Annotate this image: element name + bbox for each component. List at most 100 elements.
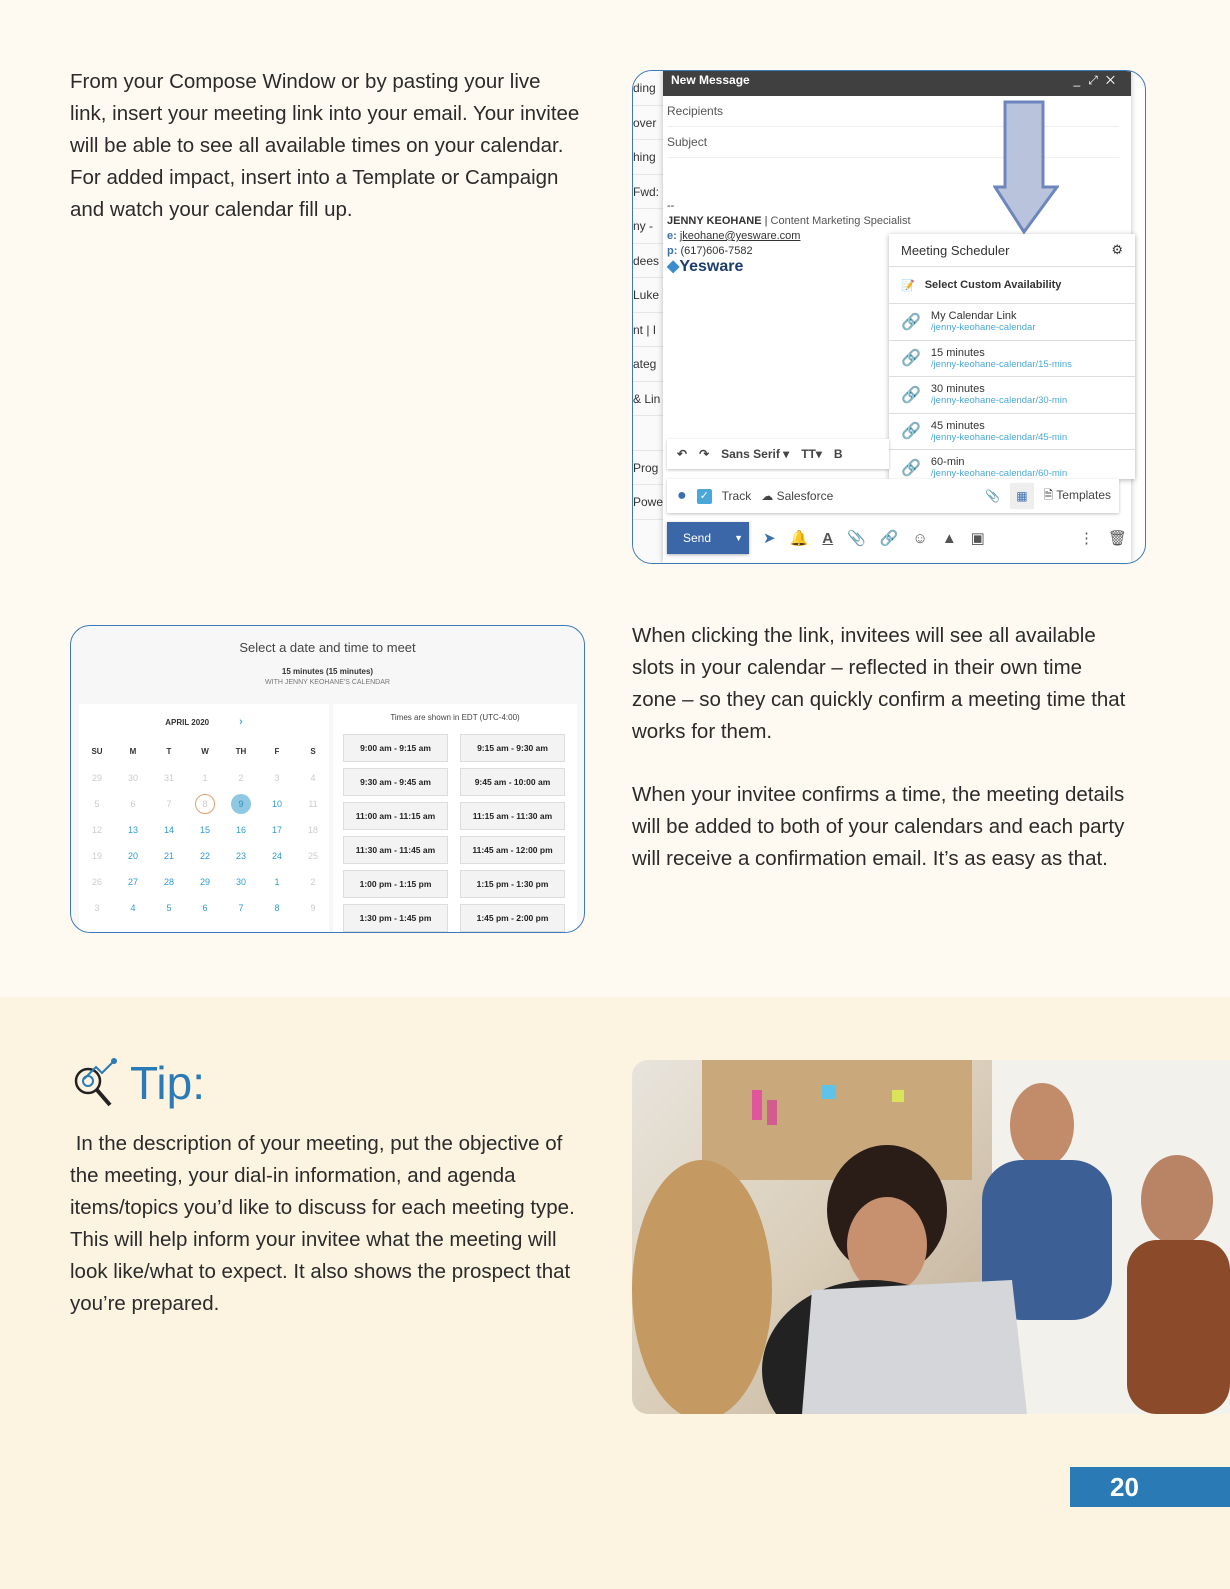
calendar-icon[interactable]: ▦ — [1010, 483, 1034, 509]
calendar-link-item[interactable]: 🔗 30 minutes/jenny-keohane-calendar/30-mi… — [889, 377, 1135, 414]
redo-icon[interactable]: ↷ — [699, 447, 709, 461]
compose-header: New Message _⤢✕ — [663, 71, 1131, 96]
image-icon[interactable]: ▣ — [971, 529, 985, 547]
time-slot-button[interactable]: 9:30 am - 9:45 am — [343, 768, 448, 796]
calendar-day[interactable]: 6 — [187, 898, 223, 924]
signature-email-link[interactable]: jkeohane@yesware.com — [680, 230, 801, 242]
gear-icon[interactable]: ⚙ — [1111, 242, 1123, 258]
time-slot-button[interactable]: 1:15 pm - 1:30 pm — [460, 870, 565, 898]
time-slot-button[interactable]: 9:00 am - 9:15 am — [343, 734, 448, 762]
link-icon: 🔗 — [901, 386, 921, 404]
calendar-link-item[interactable]: 🔗 My Calendar Link/jenny-keohane-calendar — [889, 304, 1135, 341]
text-color-icon[interactable]: A — [822, 530, 833, 547]
calendar-day[interactable]: 16 — [223, 820, 259, 846]
weekday-label: TH — [235, 747, 247, 756]
calendar-owner: WITH JENNY KEOHANE'S CALENDAR — [265, 679, 390, 686]
calendar-day[interactable]: 1 — [259, 872, 295, 898]
calendar-day[interactable]: 10 — [259, 794, 295, 820]
calendar-day[interactable]: 4 — [115, 898, 151, 924]
tip-paragraph: In the description of your meeting, put … — [70, 1132, 581, 1315]
team-meeting-photo — [632, 1060, 1230, 1414]
calendar-day[interactable]: 7 — [223, 898, 259, 924]
inbox-row-fragment: & Lin — [633, 382, 663, 416]
calendar-link-item[interactable]: 🔗 45 minutes/jenny-keohane-calendar/45-mi… — [889, 414, 1135, 450]
calendar-link-item[interactable]: 🔗 60-min/jenny-keohane-calendar/60-min — [889, 450, 1135, 479]
timezone-note: Times are shown in EDT (UTC-4:00) — [390, 713, 520, 722]
formatting-toolbar: ↶ ↷ Sans Serif ▾ TT▾ B — [667, 439, 889, 469]
track-checkbox[interactable]: ✓ — [696, 488, 712, 504]
window-controls[interactable]: _⤢✕ — [1074, 73, 1123, 94]
month-label: APRIL 2020 — [165, 718, 210, 727]
select-custom-availability[interactable]: 📝 Select Custom Availability — [889, 267, 1135, 304]
calendar-day: 4 — [310, 773, 316, 783]
page-number: 20 — [1070, 1467, 1230, 1507]
salesforce-button[interactable]: ☁ Salesforce — [761, 489, 833, 503]
font-size-icon[interactable]: TT▾ — [801, 447, 822, 461]
calendar-day[interactable]: 13 — [115, 820, 151, 846]
more-options-icon[interactable]: ⋮ — [1079, 529, 1094, 547]
link-title: 15 minutes — [930, 346, 985, 359]
undo-icon[interactable]: ↶ — [677, 447, 687, 461]
compose-title: New Message — [671, 73, 750, 87]
font-select[interactable]: Sans Serif ▾ — [721, 447, 789, 461]
attach-icon[interactable]: 📎 — [847, 529, 866, 547]
yesware-logo: ◆Yesware — [667, 258, 744, 275]
calendar-day[interactable]: 24 — [259, 846, 295, 872]
inbox-row-fragment: hing — [633, 140, 663, 175]
send-later-icon[interactable]: ➤ — [763, 529, 776, 547]
calendar-day[interactable]: 5 — [151, 898, 187, 924]
inbox-row-fragment: dees — [633, 244, 663, 278]
calendar-day[interactable]: 17 — [259, 820, 295, 846]
time-slot-button[interactable]: 1:45 pm - 2:00 pm — [460, 904, 565, 932]
time-slot-button[interactable]: 11:00 am - 11:15 am — [343, 802, 448, 830]
calendar-day-selected[interactable]: 9 — [223, 794, 259, 820]
time-slot-button[interactable]: 1:00 pm - 1:15 pm — [343, 870, 448, 898]
calendar-day: 31 — [163, 773, 174, 783]
time-slot-button[interactable]: 9:15 am - 9:30 am — [460, 734, 565, 762]
time-slot-button[interactable]: 11:45 am - 12:00 pm — [460, 836, 565, 864]
drive-icon[interactable]: ▲ — [942, 530, 957, 547]
templates-button[interactable]: 🗎 Templates — [1044, 486, 1119, 507]
calendar-day: 12 — [91, 825, 102, 835]
calendar-day[interactable]: 15 — [187, 820, 223, 846]
inbox-row-fragment: over — [633, 106, 663, 140]
calendar-day: 19 — [91, 851, 102, 861]
reminder-bell-icon[interactable]: 🔔 — [790, 529, 809, 547]
calendar-day[interactable]: 23 — [223, 846, 259, 872]
emoji-icon[interactable]: ☺ — [912, 530, 927, 547]
calendar-day[interactable]: 29 — [187, 872, 223, 898]
email-signature: -- JENNY KEOHANE | Content Marketing Spe… — [667, 200, 911, 275]
next-month-button[interactable]: › — [239, 716, 243, 728]
calendar-day[interactable]: 14 — [151, 820, 187, 846]
yesware-icon[interactable]: ● — [677, 487, 687, 505]
calendar-day[interactable]: 27 — [115, 872, 151, 898]
calendar-day[interactable]: 22 — [187, 846, 223, 872]
calendar-day[interactable]: 30 — [223, 872, 259, 898]
calendar-day: 3 — [94, 903, 100, 913]
send-button[interactable]: Send ▼ — [667, 522, 749, 554]
time-slot-button[interactable]: 1:30 pm - 1:45 pm — [343, 904, 448, 932]
calendar-day: 1 — [202, 773, 208, 783]
calendar-day-today: 8 — [187, 794, 223, 820]
inbox-row-fragment — [633, 416, 663, 451]
attachment-icon[interactable]: 📎 — [985, 489, 1000, 503]
link-icon[interactable]: 🔗 — [880, 529, 899, 547]
time-slot-button[interactable]: 11:15 am - 11:30 am — [460, 802, 565, 830]
link-url: /jenny-keohane-calendar/15-mins — [930, 358, 1072, 370]
calendar-day[interactable]: 21 — [151, 846, 187, 872]
confirmation-paragraph: When your invitee confirms a time, the m… — [632, 783, 1125, 870]
scheduling-page-screenshot: Select a date and time to meet 15 minute… — [70, 625, 585, 933]
calendar-day[interactable]: 20 — [115, 846, 151, 872]
inbox-row-fragment: Luke — [633, 278, 663, 313]
time-slot-button[interactable]: 9:45 am - 10:00 am — [460, 768, 565, 796]
link-url: /jenny-keohane-calendar — [930, 322, 1036, 334]
time-slot-button[interactable]: 11:30 am - 11:45 am — [343, 836, 448, 864]
send-toolbar: Send ▼ ➤ 🔔 A 📎 🔗 ☺ ▲ ▣ ⋮ 🗑 — [667, 521, 1127, 555]
inbox-row-fragment: ding — [633, 71, 663, 106]
calendar-day[interactable]: 8 — [259, 898, 295, 924]
link-icon: 🔗 — [901, 423, 921, 441]
bold-button[interactable]: B — [834, 447, 843, 461]
calendar-link-item[interactable]: 🔗 15 minutes/jenny-keohane-calendar/15-mi… — [889, 341, 1135, 377]
trash-icon[interactable]: 🗑 — [1108, 529, 1127, 547]
calendar-day[interactable]: 28 — [151, 872, 187, 898]
